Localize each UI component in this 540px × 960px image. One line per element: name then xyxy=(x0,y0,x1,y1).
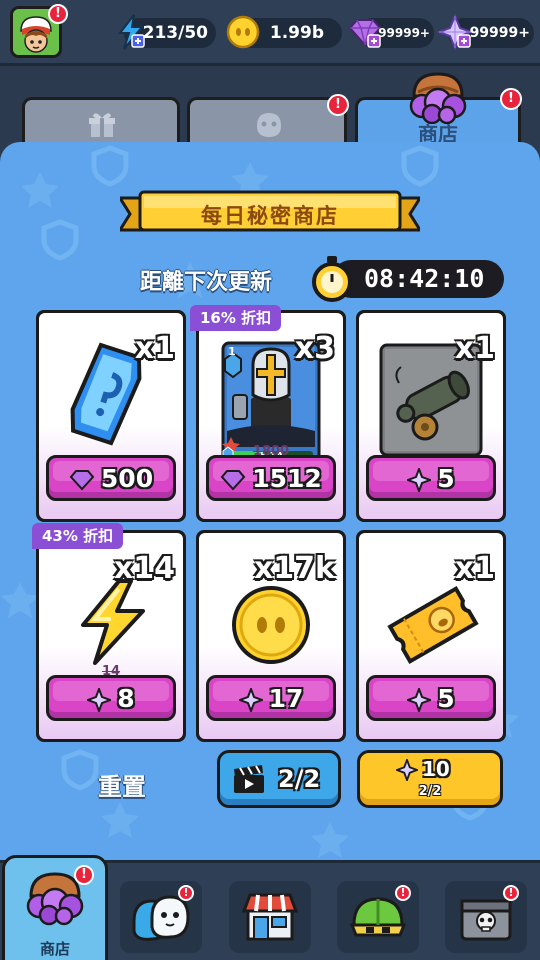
shop-item-card[interactable]: x1 5 xyxy=(356,530,506,742)
tab-gift[interactable] xyxy=(22,97,180,147)
crystal-icon xyxy=(436,13,474,51)
item-price: 8 xyxy=(117,684,135,713)
top-resource-bar: ! 213/50 1.99b 99999+ 99999+ xyxy=(0,0,540,66)
refresh-timer: 08:42:10 xyxy=(332,260,504,298)
shop-panel: 每日秘密商店 距離下次更新 08:42:10 x1 500 1 x3 1800 … xyxy=(0,142,540,860)
discount-tag: 43% 折扣 xyxy=(32,523,124,549)
shop-item-card[interactable]: x1 500 xyxy=(36,310,186,522)
crystal-counter[interactable]: 99999+ xyxy=(436,13,534,51)
coin-value: 1.99b xyxy=(269,23,324,43)
gold-coin-icon xyxy=(226,15,260,49)
refresh-timer-value: 08:42:10 xyxy=(364,264,485,293)
purple-gem-icon xyxy=(220,470,246,491)
item-price: 17 xyxy=(268,684,304,713)
energy-value: 213/50 xyxy=(142,23,208,43)
shop-screen: ! 213/50 1.99b 99999+ 99999+ ! 商店 ! 每日秘密… xyxy=(0,0,540,960)
shop-item-card[interactable]: x14 14 8 xyxy=(36,530,186,742)
nav-item-store[interactable] xyxy=(229,881,311,953)
item-quantity: x3 xyxy=(294,331,335,366)
video-reset-count: 2/2 xyxy=(278,765,321,793)
crystal-value: 99999+ xyxy=(469,25,530,41)
energy-counter[interactable]: 213/50 xyxy=(117,14,216,50)
refresh-timer-label: 距離下次更新 xyxy=(140,270,273,295)
gold-coin-icon xyxy=(232,586,310,664)
hero-level: 1 xyxy=(228,345,236,358)
crystal-icon xyxy=(407,468,432,492)
item-price: 5 xyxy=(437,684,455,713)
buy-button[interactable]: 5 xyxy=(366,675,496,721)
gem-reset-count: 2/2 xyxy=(418,784,442,799)
crystal-icon xyxy=(407,688,432,712)
coin-counter[interactable]: 1.99b xyxy=(226,15,342,49)
nav-shop-label: 商店 xyxy=(39,940,70,958)
purple-gem-icon xyxy=(69,470,95,491)
tab-shop-badge: ! xyxy=(500,88,522,110)
shop-item-card[interactable]: x17k 17 xyxy=(196,530,346,742)
original-price: 1800 xyxy=(252,444,290,459)
crystal-icon xyxy=(87,688,112,712)
buy-button[interactable]: 14 8 xyxy=(46,664,176,721)
item-quantity: x1 xyxy=(454,331,495,366)
item-quantity: x1 xyxy=(454,551,495,586)
bottom-navigation: 商店 ! ! ! ! xyxy=(0,855,540,960)
item-quantity: x1 xyxy=(134,331,175,366)
mascot-icon xyxy=(257,113,281,137)
buy-button[interactable]: 17 xyxy=(206,675,336,721)
storefront-icon xyxy=(242,893,298,941)
shop-title: 每日秘密商店 xyxy=(201,204,339,228)
item-price: 1512 xyxy=(252,464,322,493)
buy-button[interactable]: 500 xyxy=(46,455,176,501)
item-price: 5 xyxy=(437,464,455,493)
nav-gear-badge: ! xyxy=(395,885,411,901)
gem-reset-price: 10 xyxy=(422,757,450,781)
tab-skins[interactable] xyxy=(187,97,347,147)
discount-tag: 16% 折扣 xyxy=(190,305,282,331)
gem-pile-icon xyxy=(409,72,467,124)
crystal-icon xyxy=(238,688,263,712)
buy-button[interactable]: 5 xyxy=(366,455,496,501)
reset-label: 重置 xyxy=(98,773,146,801)
clapperboard-icon xyxy=(234,765,264,793)
gem-reset-button[interactable]: 10 2/2 xyxy=(357,750,503,808)
item-quantity: x17k xyxy=(253,551,335,586)
nav-shop-badge: ! xyxy=(74,865,94,885)
shop-item-card[interactable]: x1 5 xyxy=(356,310,506,522)
original-price: 14 xyxy=(101,664,121,679)
nav-dungeon-badge: ! xyxy=(503,885,519,901)
item-price: 500 xyxy=(100,464,154,493)
purple-gem-value: 99999+ xyxy=(378,26,430,40)
stopwatch-icon xyxy=(312,256,352,302)
purple-gem-counter[interactable]: 99999+ xyxy=(348,18,434,48)
gift-icon xyxy=(89,113,115,137)
shop-item-card[interactable]: 1 6/14 x3 1800 1512 xyxy=(196,310,346,522)
pig-ticket-icon xyxy=(387,585,479,665)
energy-bolt-icon xyxy=(81,579,145,665)
tab-skins-badge: ! xyxy=(327,94,349,116)
avatar-alert-badge: ! xyxy=(48,4,68,24)
nav-heroes-badge: ! xyxy=(178,885,194,901)
item-quantity: x14 xyxy=(113,551,175,586)
crystal-icon xyxy=(396,759,418,781)
watch-video-reset-button[interactable]: 2/2 xyxy=(217,750,341,808)
buy-button[interactable]: 1800 1512 xyxy=(206,444,336,501)
